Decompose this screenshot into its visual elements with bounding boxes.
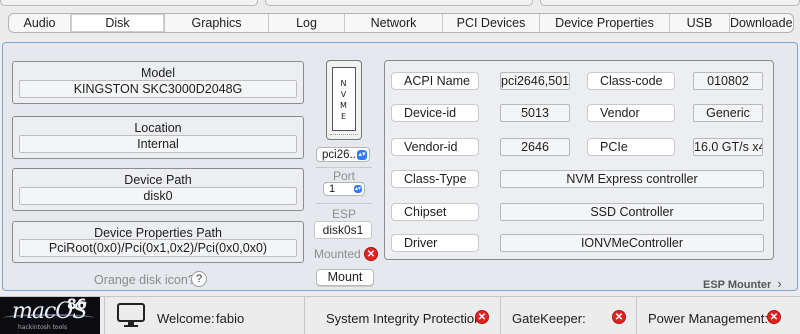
- device-path-group: Device Path disk0: [12, 168, 304, 211]
- vendor-id-label: Vendor-id: [391, 138, 479, 156]
- power-management-label: Power Management:: [648, 311, 768, 326]
- class-code-value: 010802: [693, 72, 763, 90]
- class-type-label: Class-Type: [391, 170, 479, 188]
- help-button[interactable]: ?: [191, 271, 207, 287]
- tab-downloader[interactable]: Downloader: [730, 14, 793, 32]
- gatekeeper-label: GateKeeper:: [512, 311, 586, 326]
- gatekeeper-status-icon: ✕: [612, 310, 626, 324]
- chipset-label: Chipset: [391, 203, 479, 221]
- popup-chevron-icon: ▴▾: [357, 150, 367, 160]
- tab-network[interactable]: Network: [345, 14, 443, 32]
- status-divider-2: [304, 297, 305, 334]
- logo-tagline: hackintosh tools: [18, 324, 68, 331]
- logo-version: 86: [67, 297, 87, 313]
- status-bar: macOS 86 hackintosh tools Welcome: fabio…: [0, 296, 800, 334]
- pci-info-box: [384, 60, 774, 260]
- class-code-label: Class-code: [587, 72, 675, 90]
- device-id-label: Device-id: [391, 104, 479, 122]
- disk-select-value: pci26...: [322, 149, 360, 161]
- sip-status-icon: ✕: [475, 310, 489, 324]
- model-group: Model KINGSTON SKC3000D2048G: [12, 61, 304, 104]
- nvme-pins: [330, 134, 358, 137]
- nvme-drive-icon: NVME: [326, 60, 362, 140]
- tab-usb[interactable]: USB: [670, 14, 730, 32]
- pcie-label: PCIe: [587, 138, 675, 156]
- device-properties-path-value: PciRoot(0x0)/Pci(0x1,0x2)/Pci(0x0,0x0): [19, 239, 297, 257]
- vendor-id-value: 2646: [500, 138, 570, 156]
- acpi-name-value: pci2646,5013: [500, 72, 570, 90]
- tab-audio[interactable]: Audio: [9, 14, 71, 32]
- esp-mounter-label: ESP Mounter: [703, 279, 772, 291]
- device-id-value: 5013: [500, 104, 570, 122]
- middle-separator-2: [316, 203, 372, 204]
- middle-separator-1: [316, 167, 372, 168]
- class-type-value: NVM Express controller: [500, 170, 764, 188]
- nvme-chip-text: NVME: [340, 79, 348, 121]
- location-title: Location: [134, 121, 182, 135]
- model-title: Model: [140, 66, 176, 80]
- disk-select-popup[interactable]: pci26... ▴▾: [316, 147, 370, 162]
- device-properties-path-title: Device Properties Path: [94, 226, 222, 240]
- vendor-label: Vendor: [587, 104, 675, 122]
- status-divider-3: [500, 297, 501, 334]
- tab-graphics[interactable]: Graphics: [165, 14, 269, 32]
- mounted-status-icon: ✕: [364, 247, 378, 261]
- nvme-chip-body: NVME: [332, 67, 356, 131]
- mounted-label: Mounted: [314, 247, 361, 261]
- top-frame-middle: [265, 0, 533, 6]
- device-path-title: Device Path: [124, 173, 192, 187]
- port-label: Port: [332, 169, 355, 183]
- vendor-value: Generic: [693, 104, 763, 122]
- driver-value: IONVMeController: [500, 234, 764, 252]
- orange-disk-icon-label: Orange disk icon?: [94, 273, 195, 287]
- top-frame-left: [0, 0, 258, 6]
- macos86-logo: macOS 86 hackintosh tools: [0, 297, 100, 334]
- device-properties-path-group: Device Properties Path PciRoot(0x0)/Pci(…: [12, 221, 304, 263]
- monitor-icon: [117, 303, 145, 327]
- mount-button[interactable]: Mount: [316, 269, 374, 286]
- tab-bar: Audio Disk Graphics Log Network PCI Devi…: [8, 13, 794, 33]
- port-chevron-icon: ▴▾: [354, 185, 362, 193]
- pcie-value: 16.0 GT/s x4: [693, 138, 763, 156]
- tab-disk[interactable]: Disk: [71, 14, 165, 32]
- top-frame-edges: [0, 0, 800, 6]
- device-path-value: disk0: [19, 187, 297, 205]
- top-frame-right: [540, 0, 800, 6]
- location-value: Internal: [19, 135, 297, 153]
- welcome-user: fabio: [216, 311, 245, 326]
- port-value: 1: [329, 183, 336, 195]
- chevron-right-icon: ›: [777, 276, 782, 291]
- tab-pci-devices[interactable]: PCI Devices: [443, 14, 540, 32]
- esp-value: disk0s1: [314, 221, 372, 239]
- chipset-value: SSD Controller: [500, 203, 764, 221]
- location-group: Location Internal: [12, 116, 304, 159]
- welcome-label: Welcome:: [157, 311, 215, 326]
- tab-log[interactable]: Log: [269, 14, 345, 32]
- sip-label: System Integrity Protection:: [326, 311, 485, 326]
- tab-device-properties[interactable]: Device Properties: [540, 14, 670, 32]
- model-value: KINGSTON SKC3000D2048G: [19, 80, 297, 98]
- esp-label: ESP: [331, 207, 356, 221]
- port-select[interactable]: 1 ▴▾: [323, 182, 365, 196]
- acpi-name-label: ACPI Name: [391, 72, 479, 90]
- status-divider-4: [636, 297, 637, 334]
- esp-mounter-link[interactable]: ESP Mounter ›: [703, 276, 782, 291]
- power-management-status-icon: ✕: [767, 310, 781, 324]
- status-divider-1: [104, 297, 105, 334]
- driver-label: Driver: [391, 234, 479, 252]
